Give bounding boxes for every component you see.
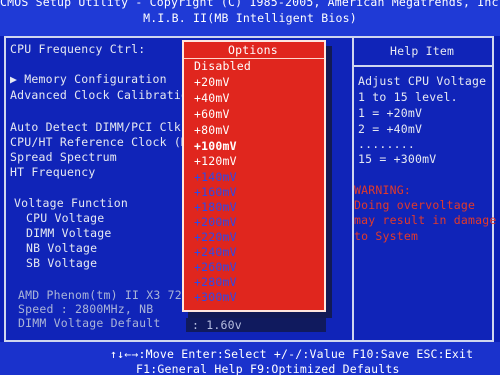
ht-frequency-item[interactable]: HT Frequency xyxy=(10,165,95,179)
help-line: 2 = +40mV xyxy=(358,122,423,136)
options-popup: Options Disabled +20mV +40mV +60mV +80mV… xyxy=(182,40,326,312)
help-warning: Doing overvoltage xyxy=(354,198,476,212)
dimm-voltage-default-value: : 1.60v xyxy=(186,318,326,332)
advanced-clock-calibration-item[interactable]: Advanced Clock Calibration xyxy=(10,88,195,102)
option-item[interactable]: +120mV xyxy=(194,154,237,168)
footer-keys-line1: ↑↓←→:Move Enter:Select +/-/:Value F10:Sa… xyxy=(110,347,474,361)
footer-keys-line2: F1:General Help F9:Optimized Defaults xyxy=(136,362,400,375)
option-item[interactable]: +160mV xyxy=(194,185,237,199)
bios-footer: ↑↓←→:Move Enter:Select +/-/:Value F10:Sa… xyxy=(0,342,500,375)
cpu-ht-reference-clock-item[interactable]: CPU/HT Reference Clock (MH xyxy=(10,135,195,149)
option-item[interactable]: +40mV xyxy=(194,91,230,105)
option-item[interactable]: Disabled xyxy=(194,59,251,73)
help-line: 15 = +300mV xyxy=(358,152,437,166)
spread-spectrum-item[interactable]: Spread Spectrum xyxy=(10,150,117,164)
help-line: 1 to 15 level. xyxy=(358,90,458,104)
auto-detect-dimm-pci-item[interactable]: Auto Detect DIMM/PCI Clk xyxy=(10,120,181,134)
help-warning: may result in damage xyxy=(354,213,497,227)
option-item[interactable]: +140mV xyxy=(194,170,237,184)
cpu-voltage-item[interactable]: CPU Voltage xyxy=(26,211,104,225)
help-item-title: Help Item xyxy=(390,44,455,58)
option-item[interactable]: +240mV xyxy=(194,245,237,259)
sb-voltage-item[interactable]: SB Voltage xyxy=(26,256,97,270)
options-popup-title: Options xyxy=(228,43,278,57)
option-item[interactable]: +260mV xyxy=(194,260,237,274)
option-item-selected[interactable]: +100mV xyxy=(194,139,237,153)
help-line: ........ xyxy=(358,137,415,151)
help-divider xyxy=(354,65,492,67)
dimm-voltage-default-label: DIMM Voltage Default xyxy=(18,316,161,330)
speed-info: Speed : 2800MHz, NB xyxy=(18,302,154,316)
option-item[interactable]: +60mV xyxy=(194,107,230,121)
option-item[interactable]: +280mV xyxy=(194,275,237,289)
memory-configuration-item[interactable]: ▶ Memory Configuration xyxy=(10,72,167,86)
cpu-frequency-ctrl-label: CPU Frequency Ctrl: xyxy=(10,42,146,56)
option-item[interactable]: +20mV xyxy=(194,75,230,89)
bios-header: CMOS Setup Utility - Copyright (C) 1985-… xyxy=(0,0,500,36)
voltage-function-heading: Voltage Function xyxy=(14,196,128,210)
help-warning: WARNING: xyxy=(354,183,411,197)
help-warning: to System xyxy=(354,229,419,243)
option-item[interactable]: +180mV xyxy=(194,200,237,214)
dimm-voltage-item[interactable]: DIMM Voltage xyxy=(26,226,111,240)
help-line: Adjust CPU Voltage xyxy=(358,74,487,88)
option-item[interactable]: +200mV xyxy=(194,215,237,229)
bios-title: M.I.B. II(MB Intelligent Bios) xyxy=(143,11,357,25)
nb-voltage-item[interactable]: NB Voltage xyxy=(26,241,97,255)
help-line: 1 = +20mV xyxy=(358,106,423,120)
cpu-name-info: AMD Phenom(tm) II X3 720 xyxy=(18,288,189,302)
option-item[interactable]: +220mV xyxy=(194,230,237,244)
option-item[interactable]: +300mV xyxy=(194,290,237,304)
option-item[interactable]: +80mV xyxy=(194,123,230,137)
